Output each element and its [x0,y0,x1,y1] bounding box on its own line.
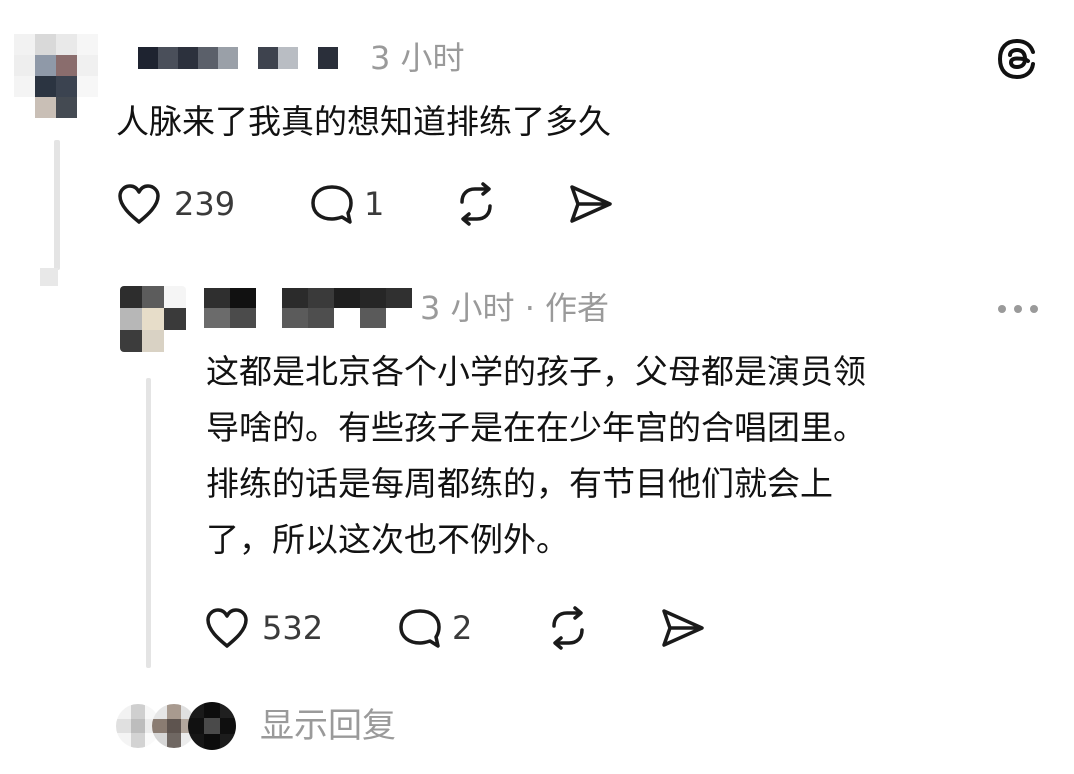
username-redacted[interactable] [204,288,412,328]
comment-time: 3 小时 [370,39,465,77]
comment-bubble-icon [399,609,441,648]
more-options-icon[interactable] [996,300,1040,313]
reply-avatars[interactable] [116,700,236,752]
send-icon [570,185,612,223]
repost-icon [552,606,584,650]
like-count: 239 [174,185,236,223]
comment-line: 排练的话是每周都练的，有节目他们就会上 [206,464,833,503]
reply-count: 1 [364,185,385,223]
comment-line: 这都是北京各个小学的孩子，父母都是演员领 [206,352,866,391]
reply-button[interactable]: 1 [308,182,384,226]
heart-icon [206,608,248,648]
comment-text: 这都是北京各个小学的孩子，父母都是演员领 导啥的。有些孩子是在在少年宫的合唱团里… [206,344,866,568]
comment-line: 导啥的。有些孩子是在在少年宫的合唱团里。 [206,408,866,447]
heart-icon [118,184,160,224]
show-replies-link[interactable]: 显示回复 [260,704,396,748]
comment-meta: 3 小时 · 作者 [420,289,610,327]
comment-line: 了，所以这次也不例外。 [206,520,569,559]
threads-logo-icon[interactable] [996,38,1038,80]
send-icon [662,609,704,647]
share-button[interactable] [566,182,614,226]
comment-bubble-icon [311,185,353,224]
share-button[interactable] [658,606,706,650]
like-count: 532 [262,609,324,647]
avatar[interactable] [120,286,186,352]
comment-text: 人脉来了我真的想知道排练了多久 [116,102,611,141]
repost-button[interactable] [544,604,592,652]
thread-line-end [40,268,58,286]
like-button[interactable]: 532 [204,606,323,650]
avatar[interactable] [14,34,98,118]
like-button[interactable]: 239 [116,182,235,226]
reply-button[interactable]: 2 [396,606,472,650]
avatar [188,702,236,750]
thread-line [146,378,151,668]
repost-icon [460,182,492,226]
thread-line [54,140,60,270]
repost-button[interactable] [452,180,500,228]
reply-count: 2 [452,609,473,647]
username-redacted[interactable] [138,47,338,69]
